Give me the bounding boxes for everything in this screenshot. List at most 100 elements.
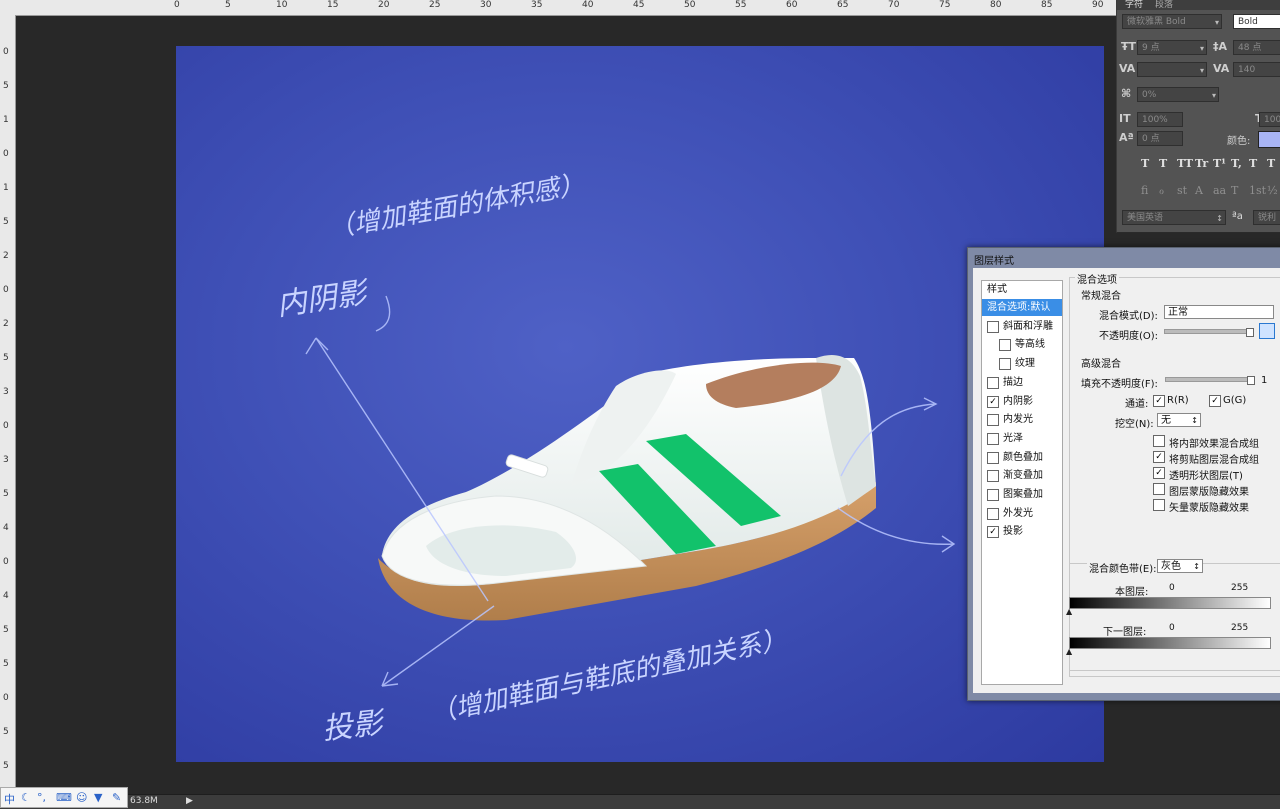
font-family-select[interactable]: 微软雅黑 Bold ▾: [1122, 14, 1222, 29]
this-layer-min: 0: [1169, 583, 1175, 593]
opentype-button[interactable]: 1st: [1249, 184, 1266, 197]
ruler-number: 5: [3, 489, 9, 499]
type-style-button[interactable]: T: [1249, 157, 1257, 170]
style-checkbox[interactable]: [987, 376, 999, 389]
tab-character[interactable]: 字符: [1125, 0, 1143, 10]
blend-option-checkbox[interactable]: [1153, 435, 1165, 447]
punctuation-icon[interactable]: °,: [37, 791, 46, 804]
blend-mode-select[interactable]: 正常: [1164, 305, 1274, 319]
fill-opacity-slider[interactable]: [1165, 377, 1255, 382]
type-style-button[interactable]: Tr: [1195, 157, 1208, 170]
baseline-shift-icon: Aª: [1119, 131, 1134, 144]
style-item[interactable]: ✓ 内阴影: [982, 393, 1062, 410]
style-item[interactable]: 内发光: [982, 411, 1062, 428]
horizontal-scale-field[interactable]: 100%: [1259, 112, 1280, 127]
fill-opacity-slider-thumb[interactable]: [1247, 376, 1255, 385]
opacity-slider-thumb[interactable]: [1246, 328, 1254, 337]
style-checkbox[interactable]: [987, 451, 999, 464]
skin-shirt-icon[interactable]: ▼: [94, 791, 102, 804]
style-item[interactable]: 混合选项:默认: [982, 299, 1062, 316]
styles-header[interactable]: 样式: [982, 281, 1062, 298]
kerning-field[interactable]: ▾: [1137, 62, 1207, 77]
type-style-button[interactable]: T: [1141, 157, 1149, 170]
blend-option-checkbox[interactable]: [1153, 483, 1165, 495]
opacity-slider[interactable]: [1164, 329, 1254, 334]
blend-option-checkbox[interactable]: ✓: [1153, 451, 1165, 463]
vertical-ruler[interactable]: 0510152025303540455055: [0, 15, 16, 795]
opacity-field[interactable]: [1259, 323, 1275, 339]
type-style-button[interactable]: TT: [1177, 157, 1193, 170]
tracking-field[interactable]: 140: [1233, 62, 1280, 77]
ime-mode-chinese[interactable]: 中: [4, 791, 15, 807]
opentype-button[interactable]: ℴ: [1159, 184, 1164, 197]
channel-r-checkbox[interactable]: ✓: [1153, 395, 1165, 407]
type-style-button[interactable]: T,: [1231, 157, 1242, 170]
text-color-swatch[interactable]: [1258, 131, 1280, 148]
this-layer-gradient[interactable]: [1069, 597, 1271, 609]
blend-option-label: 将剪贴图层混合成组: [1169, 455, 1259, 466]
tab-paragraph[interactable]: 段落: [1155, 0, 1173, 10]
antialias-select[interactable]: 锐利: [1253, 210, 1280, 225]
style-item[interactable]: 光泽: [982, 430, 1062, 447]
style-item[interactable]: 颜色叠加: [982, 449, 1062, 466]
style-checkbox[interactable]: [987, 489, 999, 501]
user-icon[interactable]: ☺: [76, 791, 87, 804]
style-checkbox[interactable]: ✓: [987, 526, 999, 539]
opentype-button[interactable]: st: [1177, 184, 1187, 197]
tsume-field[interactable]: 0% ▾: [1137, 87, 1219, 102]
char-panel-tabbar: 字符 段落: [1117, 0, 1280, 10]
style-checkbox[interactable]: [999, 339, 1011, 352]
blend-if-select[interactable]: 灰色 ↕: [1157, 559, 1203, 573]
opentype-button[interactable]: fi: [1141, 184, 1148, 197]
opentype-button[interactable]: ½: [1267, 184, 1278, 197]
ruler-number: 50: [684, 0, 696, 10]
status-menu-arrow-icon[interactable]: ▶: [186, 796, 193, 806]
style-checkbox[interactable]: [987, 414, 999, 427]
type-style-button[interactable]: T¹: [1213, 157, 1226, 170]
style-item[interactable]: 斜面和浮雕: [982, 318, 1062, 335]
style-checkbox[interactable]: [987, 320, 999, 333]
type-style-button[interactable]: T: [1267, 157, 1275, 170]
vertical-scale-field[interactable]: 100%: [1137, 112, 1183, 127]
baseline-shift-field[interactable]: 0 点: [1137, 131, 1183, 146]
style-item[interactable]: 等高线: [982, 336, 1062, 353]
style-item[interactable]: 图案叠加: [982, 486, 1062, 503]
style-checkbox[interactable]: ✓: [987, 395, 999, 408]
style-checkbox[interactable]: [999, 358, 1011, 371]
type-style-button[interactable]: T: [1159, 157, 1167, 170]
style-item[interactable]: 纹理: [982, 355, 1062, 372]
slider-thumb-icon[interactable]: ▲: [1066, 647, 1072, 656]
style-checkbox[interactable]: [987, 507, 999, 520]
style-item[interactable]: 描边: [982, 374, 1062, 391]
opentype-button[interactable]: T: [1231, 184, 1238, 197]
wrench-icon[interactable]: ✎: [112, 791, 121, 804]
leading-field[interactable]: 48 点: [1233, 40, 1280, 55]
blend-option-checkbox[interactable]: ✓: [1153, 467, 1165, 479]
ruler-number: 30: [480, 0, 492, 10]
keyboard-icon[interactable]: ⌨: [56, 791, 72, 804]
under-layer-gradient[interactable]: [1069, 637, 1271, 649]
horizontal-ruler[interactable]: 0510152025303540455055606570758085909510…: [0, 0, 1116, 16]
opentype-button[interactable]: aa: [1213, 184, 1226, 197]
slider-thumb-icon[interactable]: ▲: [1066, 607, 1072, 616]
ruler-number: 65: [837, 0, 849, 10]
chevron-updown-icon: ↕: [1193, 562, 1200, 571]
blend-if-value: 灰色: [1161, 561, 1181, 572]
style-item[interactable]: 外发光: [982, 505, 1062, 522]
opentype-button[interactable]: A: [1195, 184, 1203, 197]
font-style-select[interactable]: Bold: [1233, 14, 1280, 29]
knockout-select[interactable]: 无 ↕: [1157, 413, 1201, 427]
font-size-field[interactable]: 9 点 ▾: [1137, 40, 1207, 55]
style-item[interactable]: ✓ 投影: [982, 523, 1062, 540]
ime-toolbar[interactable]: 中 ☾ °, ⌨ ☺ ▼ ✎: [0, 787, 128, 808]
style-checkbox[interactable]: [987, 470, 999, 483]
channel-g-checkbox[interactable]: ✓: [1209, 395, 1221, 407]
document-canvas[interactable]: （增加鞋面的体积感） 内阴影 投影 （增加鞋面与鞋底的叠加关系）: [176, 46, 1104, 762]
this-layer-max: 255: [1231, 583, 1249, 593]
moon-icon[interactable]: ☾: [21, 791, 31, 804]
blend-option-checkbox[interactable]: [1153, 499, 1165, 511]
fill-opacity-value[interactable]: 1: [1261, 375, 1267, 386]
language-select[interactable]: 美国英语 ↕: [1122, 210, 1226, 225]
style-item[interactable]: 渐变叠加: [982, 467, 1062, 484]
style-checkbox[interactable]: [987, 432, 999, 445]
